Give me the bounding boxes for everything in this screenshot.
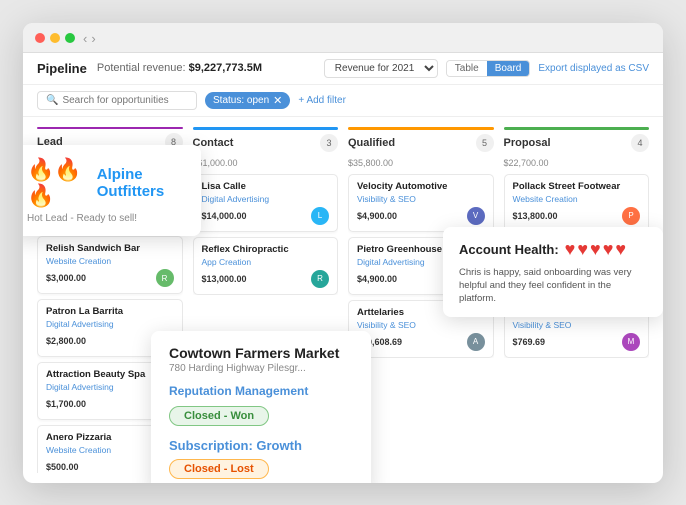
filter-bar: 🔍 Status: open ✕ + Add filter bbox=[23, 85, 663, 117]
board-area: 🔥🔥🔥 Alpine Outfitters Hot Lead - Ready t… bbox=[23, 117, 663, 483]
contact-indicator bbox=[193, 127, 339, 130]
table-row[interactable]: Velocity Automotive Visibility & SEO $4,… bbox=[348, 174, 494, 232]
avatar: V bbox=[467, 207, 485, 225]
heart-1: ♥ bbox=[565, 239, 576, 260]
traffic-lights bbox=[35, 33, 75, 43]
fire-icon: 🔥🔥🔥 bbox=[27, 157, 89, 209]
remove-filter-button[interactable]: ✕ bbox=[273, 94, 282, 107]
avatar: A bbox=[467, 333, 485, 351]
contact-total: $61,000.00 bbox=[193, 158, 339, 168]
closed-lost-badge: Closed - Lost bbox=[169, 459, 269, 479]
nav-arrows: ‹ › bbox=[83, 31, 96, 46]
heart-2: ♥ bbox=[577, 239, 588, 260]
add-filter-button[interactable]: + Add filter bbox=[298, 95, 346, 106]
table-row[interactable]: Reflex Chiropractic App Creation $13,000… bbox=[193, 237, 339, 295]
table-view-button[interactable]: Table bbox=[447, 61, 487, 76]
heart-4: ♥ bbox=[603, 239, 614, 260]
cowtown-popup: Cowtown Farmers Market 780 Harding Highw… bbox=[151, 331, 371, 483]
forward-arrow[interactable]: › bbox=[91, 31, 95, 46]
contact-header: Contact 3 bbox=[193, 134, 339, 152]
avatar: L bbox=[311, 207, 329, 225]
avatar: R bbox=[156, 269, 174, 287]
maximize-button[interactable] bbox=[65, 33, 75, 43]
pipeline-label: Pipeline bbox=[37, 61, 87, 76]
avatar: R bbox=[311, 270, 329, 288]
back-arrow[interactable]: ‹ bbox=[83, 31, 87, 46]
alpine-outfitters-tooltip: 🔥🔥🔥 Alpine Outfitters Hot Lead - Ready t… bbox=[23, 145, 201, 236]
proposal-total: $22,700.00 bbox=[504, 158, 650, 168]
proposal-count: 4 bbox=[631, 134, 649, 152]
view-toggle: Table Board bbox=[446, 60, 531, 77]
lead-indicator bbox=[37, 127, 183, 130]
search-input[interactable] bbox=[62, 95, 182, 106]
browser-content: Pipeline Potential revenue: $9,227,773.5… bbox=[23, 53, 663, 483]
potential-revenue-label: Potential revenue: $9,227,773.5M bbox=[97, 62, 262, 74]
avatar: M bbox=[622, 333, 640, 351]
board-view-button[interactable]: Board bbox=[487, 61, 530, 76]
table-row[interactable]: Lisa Calle Digital Advertising $14,000.0… bbox=[193, 174, 339, 232]
close-button[interactable] bbox=[35, 33, 45, 43]
qualified-count: 5 bbox=[476, 134, 494, 152]
contact-cards: Lisa Calle Digital Advertising $14,000.0… bbox=[193, 174, 339, 295]
qualified-title: Qualified bbox=[348, 137, 395, 149]
table-row[interactable]: Pollack Street Footwear Website Creation… bbox=[504, 174, 650, 232]
cowtown-title: Cowtown Farmers Market bbox=[169, 345, 353, 361]
minimize-button[interactable] bbox=[50, 33, 60, 43]
cowtown-service: Reputation Management bbox=[169, 384, 353, 398]
revenue-year-select[interactable]: Revenue for 2021 bbox=[324, 59, 438, 78]
qualified-total: $35,800.00 bbox=[348, 158, 494, 168]
closed-won-badge: Closed - Won bbox=[169, 406, 269, 426]
account-health-text: Chris is happy, said onboarding was very… bbox=[459, 266, 647, 306]
subscription-title: Subscription: Growth bbox=[169, 438, 353, 453]
top-bar: Pipeline Potential revenue: $9,227,773.5… bbox=[23, 53, 663, 85]
table-row[interactable]: Relish Sandwich Bar Website Creation $3,… bbox=[37, 236, 183, 294]
contact-count: 3 bbox=[320, 134, 338, 152]
proposal-header: Proposal 4 bbox=[504, 134, 650, 152]
search-box[interactable]: 🔍 bbox=[37, 91, 197, 110]
qualified-header: Qualified 5 bbox=[348, 134, 494, 152]
account-health-title: Account Health: bbox=[459, 242, 559, 257]
browser-chrome: ‹ › bbox=[23, 23, 663, 53]
cowtown-address: 780 Harding Highway Pilesgr... bbox=[169, 363, 353, 374]
hearts-display: ♥ ♥ ♥ ♥ ♥ bbox=[565, 239, 626, 260]
export-csv-link[interactable]: Export displayed as CSV bbox=[538, 63, 649, 74]
top-bar-right: Revenue for 2021 Table Board Export disp… bbox=[324, 59, 649, 78]
status-filter-tag: Status: open ✕ bbox=[205, 92, 290, 109]
revenue-value: $9,227,773.5M bbox=[189, 62, 262, 74]
search-icon: 🔍 bbox=[46, 95, 58, 106]
alpine-title: Alpine Outfitters bbox=[97, 166, 185, 200]
qualified-indicator bbox=[348, 127, 494, 130]
account-health-popup: Account Health: ♥ ♥ ♥ ♥ ♥ Chris is happy… bbox=[443, 227, 663, 318]
browser-window: ‹ › Pipeline Potential revenue: $9,227,7… bbox=[23, 23, 663, 483]
proposal-indicator bbox=[504, 127, 650, 130]
heart-3: ♥ bbox=[590, 239, 601, 260]
avatar: P bbox=[622, 207, 640, 225]
alpine-subtitle: Hot Lead - Ready to sell! bbox=[27, 213, 185, 224]
heart-5: ♥ bbox=[615, 239, 626, 260]
proposal-title: Proposal bbox=[504, 137, 551, 149]
